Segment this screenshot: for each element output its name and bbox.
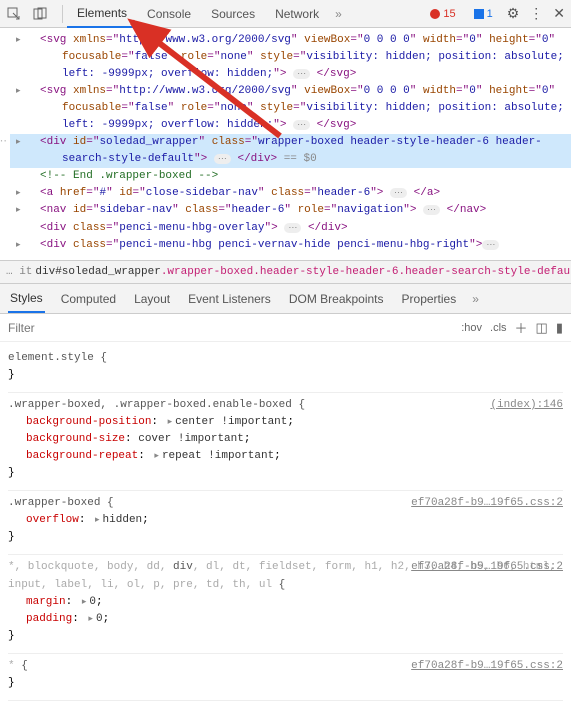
styles-filter-input[interactable] [8,321,453,335]
style-rule[interactable]: element.style {} [8,346,563,393]
tab-network[interactable]: Network [265,1,329,27]
msg-badge[interactable]: 1 [470,7,497,21]
more-tabs-icon[interactable]: » [329,7,348,21]
styles-panel[interactable]: element.style {}.wrapper-boxed, .wrapper… [0,342,571,705]
main-tabs: Elements Console Sources Network » [67,0,426,28]
dom-tree[interactable]: <svg xmlns="http://www.w3.org/2000/svg" … [0,28,571,260]
kebab-icon[interactable]: ⋮ [529,5,543,22]
devtools-topbar: Elements Console Sources Network » 15 1 … [0,0,571,28]
style-rule[interactable]: *, blockquote, body, dd, div, dl, dt, fi… [8,555,563,653]
styles-subtabs: Styles Computed Layout Event Listeners D… [0,284,571,314]
crumb-classes[interactable]: .wrapper-boxed.header-style-header-6.hea… [161,266,571,278]
dom-node[interactable]: ⋯<div id="soledad_wrapper" class="wrappe… [10,134,571,168]
separator [62,5,63,23]
close-icon[interactable]: ✕ [553,5,565,22]
style-rule[interactable]: * {ef70a28f-b9…19f65.css:2} [8,654,563,701]
subtab-styles[interactable]: Styles [8,285,45,313]
subtab-dom-breakpoints[interactable]: DOM Breakpoints [287,286,386,312]
subtab-computed[interactable]: Computed [59,286,118,312]
subtab-layout[interactable]: Layout [132,286,172,312]
crumb-main[interactable]: div#soledad_wrapper [35,266,160,278]
cls-toggle[interactable]: .cls [490,322,507,334]
tab-sources[interactable]: Sources [201,1,265,27]
gear-icon[interactable]: ⚙ [507,5,520,22]
dom-node[interactable]: <!-- End .wrapper-boxed --> [10,168,571,185]
style-rule[interactable]: .wrapper-boxed, .wrapper-boxed.enable-bo… [8,393,563,491]
inspect-icon[interactable] [6,6,22,22]
error-count: 15 [443,8,455,20]
dom-node[interactable]: <div class="penci-menu-hbg-overlay"> ⋯ <… [10,220,571,237]
tab-console[interactable]: Console [137,1,201,27]
dom-node[interactable]: <a href="#" id="close-sidebar-nav" class… [10,185,571,202]
subtab-properties[interactable]: Properties [400,286,459,312]
dom-node[interactable]: <nav id="sidebar-nav" class="header-6" r… [10,202,571,219]
box-model-icon[interactable]: ◫ [536,320,548,336]
subtab-event-listeners[interactable]: Event Listeners [186,286,273,312]
device-icon[interactable] [32,6,48,22]
panel-dock-icon[interactable]: ▮ [556,320,563,336]
new-style-icon[interactable]: ＋ [515,318,528,337]
error-badge[interactable]: 15 [426,7,459,21]
breadcrumb[interactable]: … it div#soledad_wrapper.wrapper-boxed.h… [0,260,571,284]
styles-filterbar: :hov .cls ＋ ◫ ▮ [0,314,571,342]
crumb-prefix: … it [6,266,32,278]
more-subtabs-icon[interactable]: » [472,292,479,306]
topbar-right: 15 1 ⚙ ⋮ ✕ [426,5,565,22]
dom-node[interactable]: <svg xmlns="http://www.w3.org/2000/svg" … [10,83,571,134]
msg-count: 1 [487,8,493,20]
tab-elements[interactable]: Elements [67,0,137,28]
hov-toggle[interactable]: :hov [461,322,482,334]
dom-node[interactable]: <div class="penci-menu-hbg penci-vernav-… [10,237,571,254]
style-rule[interactable]: .wrapper-boxed {ef70a28f-b9…19f65.css:2o… [8,491,563,555]
dom-node[interactable]: <svg xmlns="http://www.w3.org/2000/svg" … [10,32,571,83]
